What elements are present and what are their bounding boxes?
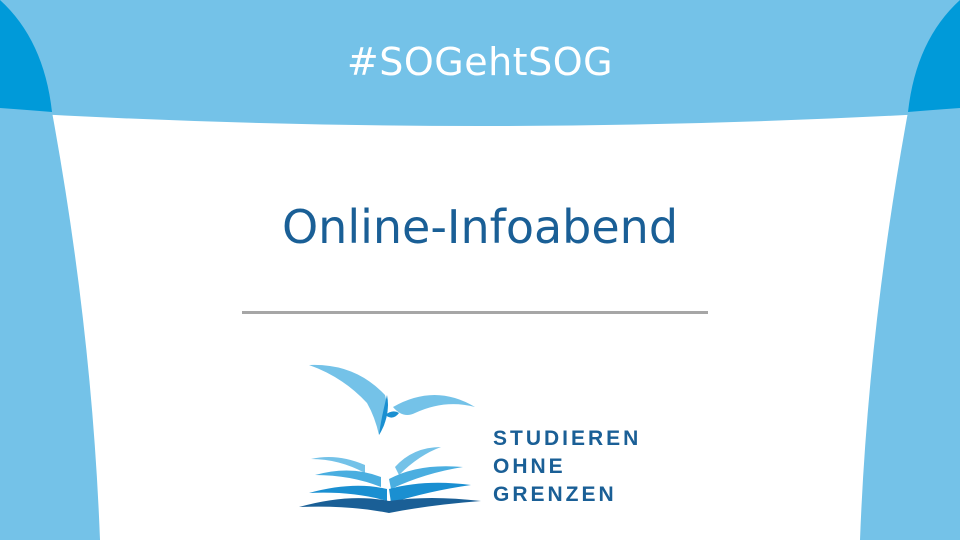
hashtag-heading: #SOGehtSOG	[346, 40, 614, 84]
logo-line-1: STUDIEREN	[493, 427, 642, 450]
logo-line-2: OHNE	[493, 455, 566, 478]
logo-line-3: GRENZEN	[493, 483, 617, 506]
logo-wordmark: STUDIEREN OHNE GRENZEN	[493, 425, 641, 509]
page-title: Online-Infoabend	[281, 200, 679, 254]
book-with-birds-icon	[299, 364, 481, 513]
divider	[242, 311, 708, 314]
slide: #SOGehtSOG Online-Infoabend STUDIEREN OH…	[0, 0, 960, 540]
